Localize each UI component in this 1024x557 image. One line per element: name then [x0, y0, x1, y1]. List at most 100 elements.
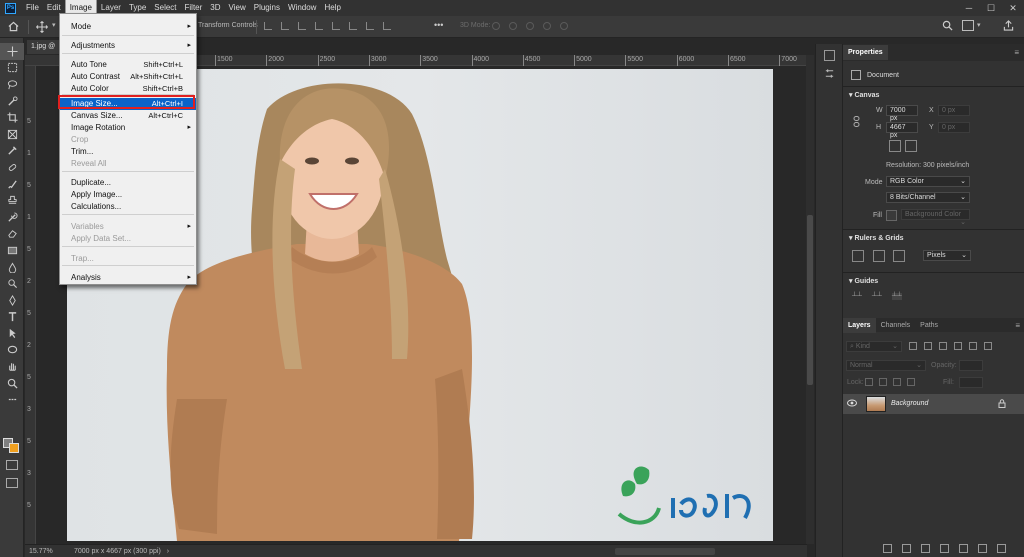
link-dimensions-icon[interactable] [853, 116, 860, 129]
portrait-orientation-icon[interactable] [889, 140, 901, 152]
toggle-filter-icon[interactable] [984, 342, 992, 350]
width-field[interactable]: 7000 px [886, 105, 918, 122]
align-icon[interactable] [264, 22, 272, 30]
group-icon[interactable] [959, 544, 968, 553]
link-layers-icon[interactable] [883, 544, 892, 553]
units-select[interactable]: Pixels ⌄ [923, 250, 971, 261]
align-icon[interactable] [383, 22, 391, 30]
layer-kind-filter[interactable]: ⌕ Kind ⌄ [846, 341, 902, 352]
fill-color-swatch[interactable] [886, 210, 897, 221]
lock-icon[interactable] [998, 399, 1006, 410]
crop-tool-icon[interactable] [0, 109, 24, 126]
eraser-icon[interactable] [0, 226, 24, 243]
fill-select[interactable]: Background Color ⌄ [901, 209, 970, 226]
menu-item-apply-image[interactable]: Apply Image... [60, 189, 196, 201]
layer-fill-field[interactable] [959, 377, 983, 388]
zoom-tool-icon[interactable] [0, 375, 24, 392]
type-tool-icon[interactable] [0, 309, 24, 326]
eyedropper-icon[interactable] [0, 143, 24, 160]
align-icon[interactable] [349, 22, 357, 30]
tab-layers[interactable]: Layers [843, 317, 876, 333]
pen-tool-icon[interactable] [0, 292, 24, 309]
move-tool-icon[interactable] [0, 43, 24, 60]
edit-toolbar-icon[interactable] [0, 391, 24, 408]
dodge-tool-icon[interactable] [0, 275, 24, 292]
pixel-grid-icon[interactable] [893, 250, 905, 262]
gradient-tool-icon[interactable] [0, 242, 24, 259]
hand-tool-icon[interactable] [0, 358, 24, 375]
3d-mode-icon[interactable] [492, 22, 500, 30]
menu-item-auto-tone[interactable]: Auto Tone Shift+Ctrl+L [60, 59, 196, 71]
type-filter-icon[interactable] [939, 342, 947, 350]
status-arrow-icon[interactable]: › [167, 548, 169, 555]
guide-distribute-icon[interactable]: ┴┴ [852, 293, 862, 300]
canvas-scrollbar[interactable] [806, 55, 814, 544]
menu-3d[interactable]: 3D [206, 0, 224, 16]
horizontal-scrollbar[interactable] [615, 547, 716, 555]
shape-filter-icon[interactable] [954, 342, 962, 350]
grid-icon[interactable] [873, 250, 885, 262]
history-brush-icon[interactable] [0, 209, 24, 226]
landscape-orientation-icon[interactable] [905, 140, 917, 152]
options-dropdown-arrow-icon[interactable]: ▾ [52, 21, 56, 29]
ruler-icon[interactable] [852, 250, 864, 262]
align-icon[interactable] [332, 22, 340, 30]
lock-pixels-icon[interactable] [865, 378, 873, 386]
menu-item-image-rotation[interactable]: Image Rotation ▸ [60, 122, 196, 134]
layer-row[interactable]: Background [843, 394, 1024, 414]
workspace-icon[interactable] [962, 20, 974, 31]
guides-section-title[interactable]: ▾ Guides [849, 277, 878, 285]
guide-distribute-icon[interactable]: ┴┴ [891, 293, 902, 300]
align-icon[interactable] [366, 22, 374, 30]
align-icon[interactable] [298, 22, 306, 30]
menu-view[interactable]: View [225, 0, 250, 16]
height-field[interactable]: 4667 px [886, 122, 918, 139]
brush-tool-icon[interactable] [0, 176, 24, 193]
frame-tool-icon[interactable] [0, 126, 24, 143]
menu-item-canvas-size[interactable]: Canvas Size... Alt+Ctrl+C [60, 110, 196, 122]
lock-artboard-icon[interactable] [893, 378, 901, 386]
bit-depth-select[interactable]: 8 Bits/Channel ⌄ [886, 192, 970, 203]
menu-item-auto-color[interactable]: Auto Color Shift+Ctrl+B [60, 83, 196, 95]
menu-file[interactable]: File [22, 0, 43, 16]
workspace-dropdown-icon[interactable]: ▾ [977, 21, 981, 29]
document-tab[interactable]: 1.jpg @ [27, 40, 61, 54]
panel-menu-icon[interactable]: ≡ [1014, 48, 1024, 57]
menu-item-mode[interactable]: Mode ▸ [60, 21, 196, 33]
smart-object-filter-icon[interactable] [969, 342, 977, 350]
align-icon[interactable] [281, 22, 289, 30]
fx-icon[interactable] [902, 544, 911, 553]
menu-item-duplicate[interactable]: Duplicate... [60, 177, 196, 189]
rulers-grids-section-title[interactable]: ▾ Rulers & Grids [849, 234, 903, 242]
screen-mode-icon[interactable] [6, 478, 18, 488]
blend-mode-select[interactable]: Normal ⌄ [846, 360, 926, 371]
menu-item-calculations[interactable]: Calculations... [60, 201, 196, 213]
maximize-icon[interactable]: ☐ [980, 0, 1002, 16]
background-color-swatch[interactable] [9, 443, 19, 453]
adjust-icon[interactable] [824, 68, 835, 79]
adjustment-layer-icon[interactable] [940, 544, 949, 553]
3d-mode-icon[interactable] [543, 22, 551, 30]
close-icon[interactable]: ✕ [1002, 0, 1024, 16]
layer-name[interactable]: Background [891, 400, 928, 407]
x-field[interactable]: 0 px [938, 105, 970, 116]
color-mode-select[interactable]: RGB Color ⌄ [886, 176, 970, 187]
image-filter-icon[interactable] [909, 342, 917, 350]
healing-brush-icon[interactable] [0, 159, 24, 176]
add-mask-icon[interactable] [921, 544, 930, 553]
3d-mode-icon[interactable] [560, 22, 568, 30]
opacity-field[interactable] [959, 360, 983, 371]
home-icon[interactable] [8, 21, 19, 34]
menu-item-auto-contrast[interactable]: Auto Contrast Alt+Shift+Ctrl+L [60, 71, 196, 83]
panel-menu-icon[interactable]: ≡ [1015, 321, 1024, 330]
tab-paths[interactable]: Paths [915, 318, 943, 333]
canvas-section-title[interactable]: ▾ Canvas [849, 91, 879, 99]
tab-channels[interactable]: Channels [876, 318, 916, 333]
menu-window[interactable]: Window [284, 0, 320, 16]
lock-all-icon[interactable] [907, 378, 915, 386]
zoom-level[interactable]: 15.77% [29, 548, 69, 555]
minimize-icon[interactable]: ─ [958, 0, 980, 16]
move-tool-icon[interactable] [36, 21, 48, 35]
eye-visibility-icon[interactable] [847, 399, 857, 409]
marquee-tool-icon[interactable] [0, 60, 24, 77]
